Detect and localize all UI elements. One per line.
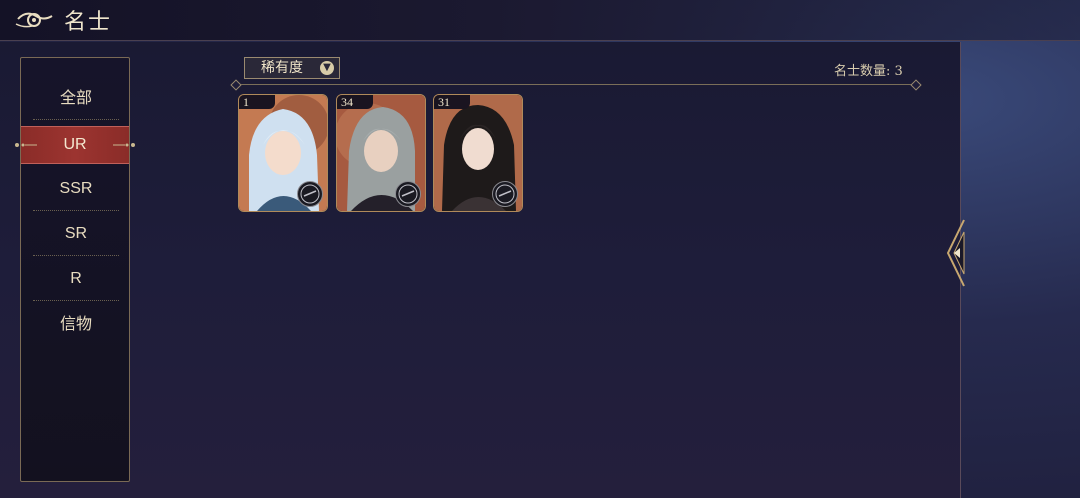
chevron-down-icon: ▼ <box>320 61 334 75</box>
sidebar-item-label: R <box>70 270 82 287</box>
divider <box>33 119 119 120</box>
divider <box>33 300 119 301</box>
hero-card[interactable]: 31 <box>433 94 523 212</box>
sidebar-item-sr[interactable]: SR <box>33 218 119 256</box>
rarity-sidebar: 全部 UR SSR SR R 信物 <box>15 57 135 482</box>
hero-count: 名士数量: 3 <box>834 64 903 79</box>
hero-card[interactable]: 34 <box>336 94 426 212</box>
sword-badge-icon <box>395 181 421 207</box>
sword-badge-icon <box>297 181 323 207</box>
sword-badge-icon <box>492 181 518 207</box>
sidebar-item-label: SR <box>64 225 88 242</box>
header-divider <box>236 84 916 85</box>
level-badge: 1 <box>239 95 275 109</box>
sidebar-item-ssr[interactable]: SSR <box>33 173 119 211</box>
top-bar: 名士 <box>0 0 1080 41</box>
collapse-arrow-icon[interactable] <box>944 218 966 288</box>
divider <box>33 255 119 256</box>
sidebar-item-ur[interactable]: UR <box>15 126 135 164</box>
level-badge: 31 <box>434 95 470 109</box>
ornament-dots-icon <box>113 143 135 147</box>
sidebar-item-label: 信物 <box>59 314 92 333</box>
hero-card[interactable]: 1 <box>238 94 328 212</box>
sidebar-item-label: SSR <box>59 180 93 197</box>
page-title: 名士 <box>64 10 113 35</box>
filter-label: 稀有度 <box>261 60 303 76</box>
sidebar-item-token[interactable]: 信物 <box>33 308 119 340</box>
sidebar-item-all[interactable]: 全部 <box>33 82 119 120</box>
sidebar-item-label: 全部 <box>59 88 92 107</box>
divider <box>33 210 119 211</box>
swirl-back-icon[interactable] <box>14 6 56 32</box>
level-badge: 34 <box>337 95 373 109</box>
sidebar-item-r[interactable]: R <box>33 263 119 301</box>
rarity-filter-dropdown[interactable]: 稀有度 ▼ <box>244 57 340 79</box>
